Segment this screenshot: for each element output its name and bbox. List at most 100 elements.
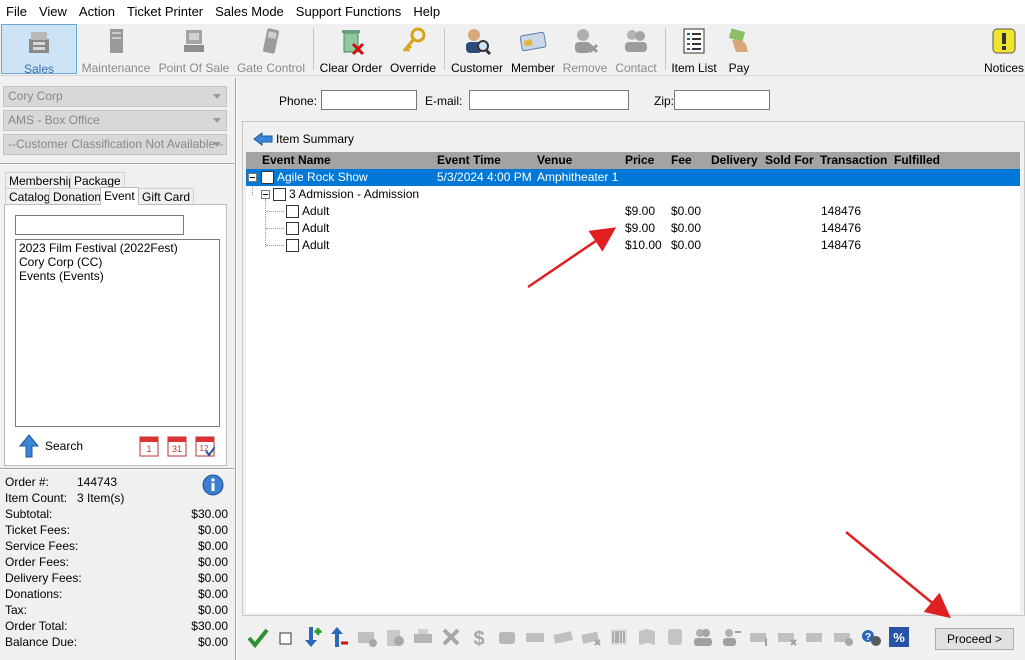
classification-select[interactable]: --Customer Classification Not Available-… [3, 134, 227, 155]
list-item[interactable]: Cory Corp (CC) [19, 255, 216, 269]
totals-value: $0.00 [197, 635, 228, 649]
main-toolbar: Sales Maintenance Point Of Sale Gate Con… [0, 24, 1025, 76]
col-venue[interactable]: Venue [537, 153, 572, 168]
totals-row: Service Fees: $0.00 [4, 538, 228, 554]
email-label: E-mail: [425, 94, 463, 108]
ticket-icon [526, 633, 544, 642]
info-icon[interactable] [202, 474, 224, 496]
gate-control-button[interactable]: Gate Control [235, 24, 307, 75]
help-icon[interactable]: ? [860, 626, 882, 648]
menu-support-functions[interactable]: Support Functions [290, 0, 408, 24]
discount-percent-icon[interactable]: % [888, 626, 910, 648]
collapse-icon[interactable] [261, 190, 270, 199]
contact-button[interactable]: Contact [613, 24, 659, 75]
col-event-name[interactable]: Event Name [262, 153, 331, 168]
item-transaction-cell: 148476 [821, 221, 862, 235]
table-row[interactable]: Agile Rock Show 5/3/2024 4:00 PM Amphith… [246, 169, 1020, 186]
item-checkbox[interactable] [286, 239, 299, 252]
point-of-sale-button[interactable]: Point Of Sale [157, 24, 231, 75]
item-checkbox[interactable] [286, 205, 299, 218]
sales-button[interactable]: Sales [1, 24, 77, 76]
email-field[interactable] [469, 90, 629, 110]
item-list-button[interactable]: Item List [670, 24, 718, 75]
list-item[interactable]: Events (Events) [19, 269, 216, 283]
pay-button[interactable]: Pay [722, 24, 756, 75]
calendar-month-icon[interactable]: 31 [167, 435, 187, 457]
calendar-year-icon[interactable]: 12 [195, 435, 215, 457]
totals-row: Donations: $0.00 [4, 586, 228, 602]
list-item[interactable]: 2023 Film Festival (2022Fest) [19, 241, 216, 255]
phone-field[interactable] [321, 90, 417, 110]
col-sold-for[interactable]: Sold For [765, 153, 814, 168]
panel-splitter[interactable] [235, 78, 237, 660]
office-select[interactable]: AMS - Box Office [3, 110, 227, 131]
member-button[interactable]: Member [510, 24, 556, 75]
arrow-left-icon[interactable] [253, 132, 273, 146]
search-button[interactable]: Search [19, 433, 83, 459]
move-down-add-icon[interactable] [301, 626, 323, 648]
tab-membership[interactable]: Membership [5, 172, 80, 188]
totals-label: Ticket Fees: [5, 523, 70, 537]
totals-row: Order Fees: $0.00 [4, 554, 228, 570]
customer-button[interactable]: Customer [450, 24, 504, 75]
calendar-day-icon[interactable]: 1 [139, 435, 159, 457]
totals-label: Tax: [5, 603, 28, 617]
tab-package[interactable]: Package [70, 172, 125, 188]
item-checkbox[interactable] [286, 222, 299, 235]
table-row[interactable]: Adult $9.00 $0.00 148476 [246, 220, 1020, 237]
item-price-cell: $9.00 [625, 221, 656, 235]
proceed-button[interactable]: Proceed > [935, 628, 1014, 650]
menu-help[interactable]: Help [407, 0, 446, 24]
event-search-input[interactable] [15, 215, 184, 235]
company-select[interactable]: Cory Corp [3, 86, 227, 107]
tab-catalog[interactable]: Catalog [5, 188, 55, 204]
totals-value: $30.00 [191, 619, 228, 633]
zip-field[interactable] [674, 90, 770, 110]
notices-button[interactable]: Notices [983, 24, 1025, 75]
remove-button[interactable]: Remove [562, 24, 608, 75]
totals-row: Balance Due: $0.00 [4, 634, 228, 650]
col-fulfilled[interactable]: Fulfilled [894, 153, 940, 168]
event-checkbox[interactable] [261, 171, 274, 184]
col-event-time[interactable]: Event Time [437, 153, 501, 168]
cancel-icon [442, 628, 460, 646]
tab-gift-card[interactable]: Gift Card [138, 188, 195, 204]
col-delivery[interactable]: Delivery [711, 153, 758, 168]
override-button[interactable]: Override [388, 24, 438, 75]
col-transaction[interactable]: Transaction [820, 153, 887, 168]
totals-label: Order Fees: [5, 555, 70, 569]
group-checkbox[interactable] [273, 188, 286, 201]
totals-value: $0.00 [197, 555, 228, 569]
item-fee-cell: $0.00 [671, 204, 702, 218]
item-price-cell: $9.00 [625, 204, 656, 218]
move-up-remove-icon[interactable] [327, 626, 349, 648]
office-value: AMS - Box Office [8, 113, 100, 127]
col-fee[interactable]: Fee [671, 153, 692, 168]
table-row[interactable]: Adult $10.00 $0.00 148476 [246, 237, 1020, 254]
item-count-value: 3 Item(s) [77, 491, 125, 505]
col-price[interactable]: Price [625, 153, 654, 168]
tab-event[interactable]: Event [100, 187, 139, 205]
menu-action[interactable]: Action [73, 0, 121, 24]
maintenance-button[interactable]: Maintenance [80, 24, 152, 75]
totals-label: Donations: [5, 587, 63, 601]
totals-value: $30.00 [191, 507, 228, 521]
totals-value: $0.00 [197, 539, 228, 553]
tab-donation[interactable]: Donation [49, 188, 106, 204]
checkmark-icon[interactable] [247, 626, 269, 648]
order-number-row: Order #: 144743 [4, 474, 228, 490]
event-list[interactable]: 2023 Film Festival (2022Fest) Cory Corp … [15, 239, 220, 427]
remove-label: Remove [562, 61, 608, 75]
menu-view[interactable]: View [33, 0, 73, 24]
menu-sales-mode[interactable]: Sales Mode [209, 0, 290, 24]
menu-ticket-printer[interactable]: Ticket Printer [121, 0, 209, 24]
checkbox-icon[interactable] [275, 626, 297, 648]
item-price-cell: $10.00 [625, 238, 662, 252]
table-row[interactable]: Adult $9.00 $0.00 148476 [246, 203, 1020, 220]
menu-file[interactable]: File [0, 0, 33, 24]
notices-label: Notices [983, 61, 1024, 75]
collapse-icon[interactable] [248, 173, 257, 182]
table-row[interactable]: 3 Admission - Admission [246, 186, 1020, 203]
clear-order-button[interactable]: Clear Order [318, 24, 384, 75]
item-list-label: Item List [671, 61, 717, 75]
